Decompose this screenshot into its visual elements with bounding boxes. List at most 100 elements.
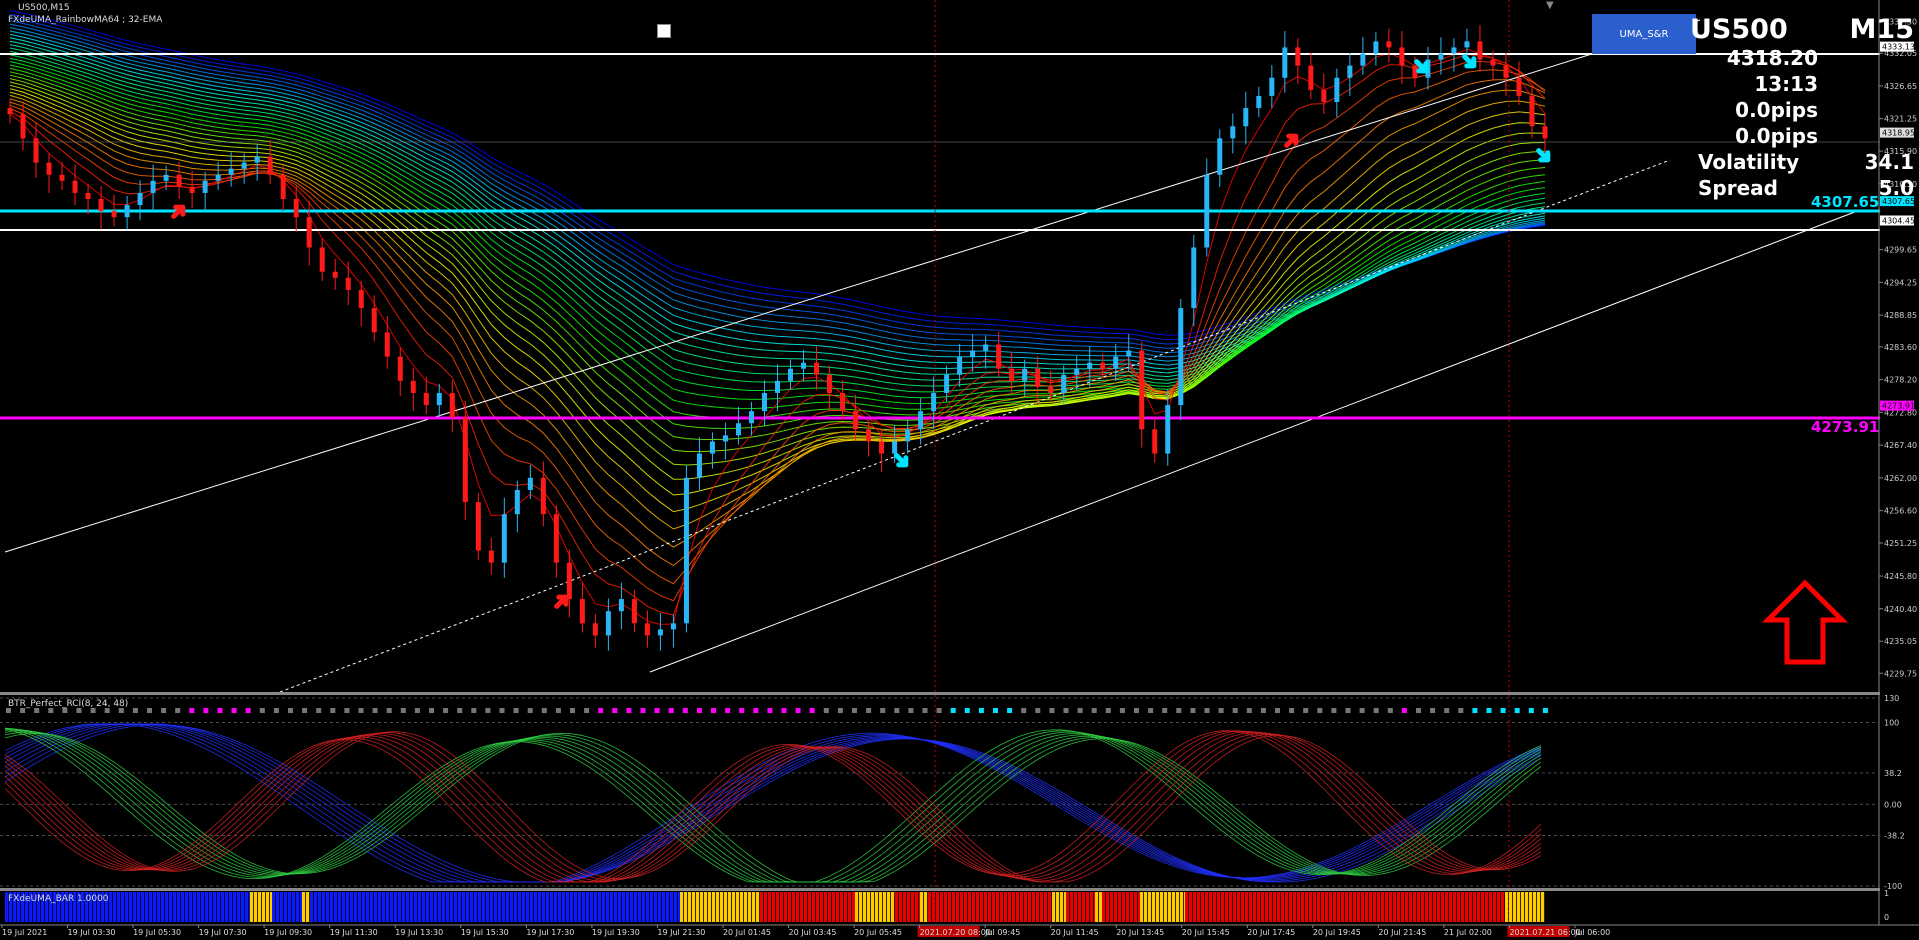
- candle-body: [501, 514, 507, 563]
- uma-bar: [1393, 892, 1397, 922]
- uma-bar: [350, 892, 354, 922]
- time-label: 19 Jul 07:30: [199, 928, 247, 937]
- rci-signal-dot: [1359, 708, 1365, 713]
- rci-signal-dot: [696, 708, 702, 713]
- uma-bar: [1205, 892, 1209, 922]
- uma-bar: [338, 892, 342, 922]
- signal-arrow-up-icon: [554, 594, 569, 609]
- rci-signal-dot: [894, 708, 900, 713]
- candle-body: [488, 550, 494, 563]
- uma-bar: [276, 892, 280, 922]
- rci-signal-dot: [147, 708, 152, 713]
- subwindow-separator-1[interactable]: [0, 692, 1880, 695]
- candle-body: [423, 392, 429, 406]
- rci-signal-dot: [541, 708, 547, 713]
- uma-bar: [141, 892, 145, 922]
- time-label: 19 Jul 09:30: [264, 928, 312, 937]
- uma-bar: [582, 892, 586, 922]
- uma-bar: [1082, 892, 1086, 922]
- candle-body: [1269, 77, 1275, 96]
- time-label: 2021.07.21 06:00: [1509, 928, 1580, 937]
- uma-bar: [1261, 892, 1265, 922]
- uma-bar: [117, 892, 121, 922]
- scroll-indicator-icon[interactable]: ▼: [1546, 0, 1554, 11]
- candle-body: [1048, 386, 1054, 393]
- uma-bar: [1457, 892, 1461, 922]
- uma-bar: [704, 892, 708, 922]
- uma-bar: [1525, 892, 1529, 922]
- candle-body: [670, 623, 676, 630]
- candle-body: [722, 435, 728, 442]
- uma-bar: [1481, 892, 1485, 922]
- uma-bar: [776, 892, 780, 922]
- uma-bar: [398, 892, 402, 922]
- uma-bar: [1237, 892, 1241, 922]
- candle-body: [683, 477, 689, 624]
- uma-bar: [1489, 892, 1493, 922]
- rci-signal-dot: [316, 708, 322, 713]
- uma-bar: [844, 892, 848, 922]
- chart-canvas[interactable]: 4337.304332.054326.654321.254315.904310.…: [0, 0, 1919, 940]
- time-axis: 19 Jul 2021 19 Jul 03:30 19 Jul 05:30 19 Ju…: [1, 925, 1610, 937]
- rci-signal-dot: [245, 708, 251, 713]
- uma-bar: [824, 892, 828, 922]
- candle-body: [1178, 308, 1184, 406]
- uma-sr-button[interactable]: UMA_S&R: [1592, 14, 1696, 54]
- uma-bar: [684, 892, 688, 922]
- uma-bar: [1130, 892, 1134, 922]
- rci-signal-dot: [1416, 708, 1421, 713]
- rci-subwindow: 13010038.20.00-38.2-100: [0, 694, 1905, 891]
- uma-bar: [318, 892, 322, 922]
- time-label: 19 Jul 2021: [2, 928, 47, 937]
- candle-body: [1360, 53, 1366, 66]
- uma-bar: [250, 892, 254, 922]
- uma-bar: [1441, 892, 1445, 922]
- candle-body: [514, 489, 520, 515]
- uma-bar: [1134, 892, 1138, 922]
- uma-bar: [342, 892, 346, 922]
- price-tick-label: 4235.05: [1884, 637, 1917, 646]
- uma-bar: [855, 892, 859, 922]
- uma-bar: [430, 892, 434, 922]
- uma-bar: [486, 892, 490, 922]
- rci-signal-dot: [682, 708, 688, 713]
- rci-signal-dot: [1063, 708, 1069, 713]
- uma-bar: [169, 892, 173, 922]
- candle-body: [1035, 368, 1041, 387]
- uma-bar: [550, 892, 554, 922]
- uma-bar: [610, 892, 614, 922]
- uma-bar: [414, 892, 418, 922]
- candle-body: [1256, 95, 1262, 109]
- uma-bar: [470, 892, 474, 922]
- rci-line: [4, 727, 1542, 883]
- uma-bar: [302, 892, 306, 922]
- rci-signal-dot: [1105, 708, 1111, 713]
- uma-bar: [306, 892, 310, 922]
- uma-bar: [193, 892, 197, 922]
- rci-signal-dot: [161, 708, 167, 713]
- uma-bar: [233, 892, 237, 922]
- uma-bar: [1102, 892, 1106, 922]
- rci-signal-dot: [1528, 708, 1534, 713]
- rainbow-ma-line: [9, 48, 1546, 625]
- object-checkbox[interactable]: [657, 24, 671, 38]
- uma-bar: [1429, 892, 1433, 922]
- uma-bar: [772, 892, 776, 922]
- rci-signal-dot: [302, 708, 308, 713]
- uma-bar: [1417, 892, 1421, 922]
- candle-body: [189, 186, 195, 193]
- rci-signal-dot: [795, 708, 801, 713]
- uma-bar: [646, 892, 650, 922]
- uma-bar: [1497, 892, 1501, 922]
- uma-bar: [688, 892, 692, 922]
- candle-body: [1152, 429, 1158, 454]
- candle-body: [475, 502, 481, 551]
- subwindow-separator-2[interactable]: [0, 888, 1880, 891]
- rci-signal-dot: [1049, 708, 1055, 713]
- uma-bar: [296, 892, 300, 922]
- candle-body: [631, 599, 637, 624]
- candle-body: [853, 411, 859, 430]
- rci-signal-dot: [132, 708, 138, 713]
- rci-signal-dot: [668, 708, 674, 713]
- candle-body: [33, 138, 39, 163]
